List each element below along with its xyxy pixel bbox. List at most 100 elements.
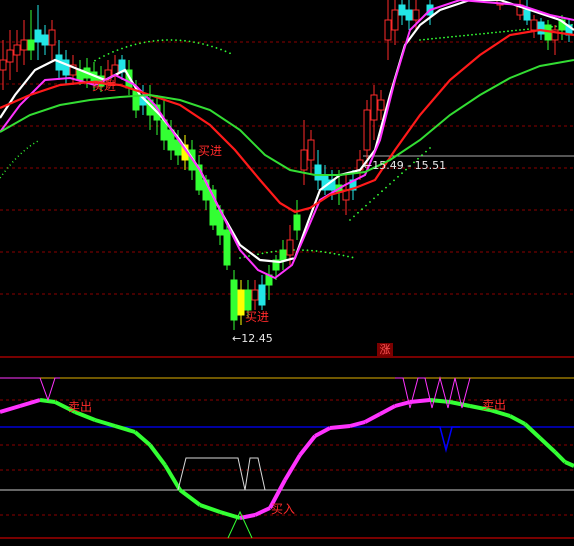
envelope-dot <box>342 254 345 257</box>
envelope-dot <box>170 39 173 41</box>
candle-body <box>405 9 413 21</box>
price-low-annotation: ←12.45 <box>232 332 273 345</box>
oscillator-segment <box>148 443 167 467</box>
envelope-dot <box>197 42 200 44</box>
candle-body <box>398 4 406 16</box>
candle-body <box>230 279 238 321</box>
envelope-dot <box>215 47 218 49</box>
envelope-dot <box>315 250 318 252</box>
envelope-dot <box>161 39 164 42</box>
envelope-dot <box>125 46 128 48</box>
envelope-dot <box>157 39 159 42</box>
envelope-dot <box>184 39 186 42</box>
candle-body <box>223 229 231 266</box>
buy-signal-label-mid: 买进 <box>198 144 223 158</box>
oscillator-segment <box>509 414 526 426</box>
envelope-dot <box>166 39 168 41</box>
envelope-dot <box>463 34 465 37</box>
envelope-dot <box>333 252 336 255</box>
envelope-dot <box>479 33 481 35</box>
envelope-dot <box>377 193 379 196</box>
envelope-dot <box>202 43 204 45</box>
envelope-dot <box>423 38 425 41</box>
envelope-dot <box>369 201 371 203</box>
oscillator-segment <box>379 404 396 416</box>
sell-spike-left <box>0 377 60 402</box>
envelope-dot <box>491 31 493 34</box>
envelope-dot <box>338 253 340 256</box>
envelope-dot <box>349 219 351 221</box>
envelope-dot <box>429 147 431 149</box>
envelope-dot <box>467 34 469 37</box>
candle-body <box>314 164 322 181</box>
envelope-dot <box>361 208 363 211</box>
envelope-dot <box>121 47 123 50</box>
oscillator-segment <box>394 400 411 408</box>
envelope-dot <box>239 257 241 259</box>
envelope-dot <box>511 29 513 32</box>
candle-body <box>27 39 35 51</box>
envelope-dot <box>475 33 477 36</box>
envelope-dot <box>112 51 114 53</box>
envelope-dot <box>401 172 403 175</box>
rise-badge[interactable]: 涨 <box>377 343 393 357</box>
oscillator-segment <box>163 463 182 492</box>
envelope-dot <box>389 183 391 185</box>
price-range-annotation: ←15.49 - 15.51 <box>363 159 447 172</box>
envelope-dot <box>347 255 349 258</box>
envelope-dot <box>515 29 517 32</box>
envelope-dot <box>499 31 501 33</box>
candle-body <box>279 249 287 261</box>
envelope-dot <box>487 32 489 35</box>
envelope-dot <box>270 251 273 253</box>
envelope-dot <box>306 249 309 252</box>
envelope-dot <box>519 29 521 31</box>
candle-body <box>293 214 301 231</box>
envelope-dot <box>419 39 421 41</box>
envelope-dot <box>421 154 423 157</box>
candle-body <box>244 289 252 311</box>
oscillator-segment <box>364 412 381 424</box>
envelope-dot <box>329 252 331 254</box>
candle-body <box>530 19 538 31</box>
chart-canvas[interactable] <box>0 0 574 546</box>
envelope-dot <box>455 35 457 38</box>
ma-white-line <box>0 0 574 264</box>
candle-body <box>258 284 266 306</box>
envelope-dot <box>220 48 222 51</box>
oscillator-segment <box>133 430 152 447</box>
envelope-dot <box>353 215 355 218</box>
candle-body <box>41 34 49 46</box>
envelope-dot <box>435 37 437 40</box>
envelope-dot <box>443 36 445 39</box>
envelope-dot <box>431 37 433 40</box>
candle-body <box>412 9 420 21</box>
oscillator-segment <box>314 426 331 438</box>
envelope-dot <box>393 179 395 182</box>
envelope-dot <box>152 40 155 42</box>
candle-body <box>307 139 315 161</box>
envelope-dot <box>425 150 427 153</box>
envelope-dot <box>143 41 146 44</box>
oscillator-segment <box>199 503 221 514</box>
candle-body <box>537 21 545 35</box>
ma-red-line <box>0 28 574 214</box>
envelope-dot <box>211 45 213 48</box>
oscillator-segment <box>449 400 471 408</box>
envelope-dot <box>206 44 209 47</box>
envelope-dot <box>248 255 250 257</box>
oscillator-segment <box>429 398 451 404</box>
candle-body <box>286 239 294 256</box>
candlesticks <box>0 0 573 330</box>
envelope-dot <box>427 38 429 41</box>
oscillator-segment <box>283 453 302 482</box>
envelope-dot <box>94 59 96 62</box>
envelope-dot <box>261 252 264 255</box>
envelope-dot <box>451 35 453 38</box>
candle-body <box>237 289 245 316</box>
buy-signal-label-low: 买进 <box>245 310 270 324</box>
envelope-dot <box>179 39 182 42</box>
envelope-dot <box>507 30 509 33</box>
envelope-dot <box>107 52 110 55</box>
candle-body <box>300 149 308 171</box>
